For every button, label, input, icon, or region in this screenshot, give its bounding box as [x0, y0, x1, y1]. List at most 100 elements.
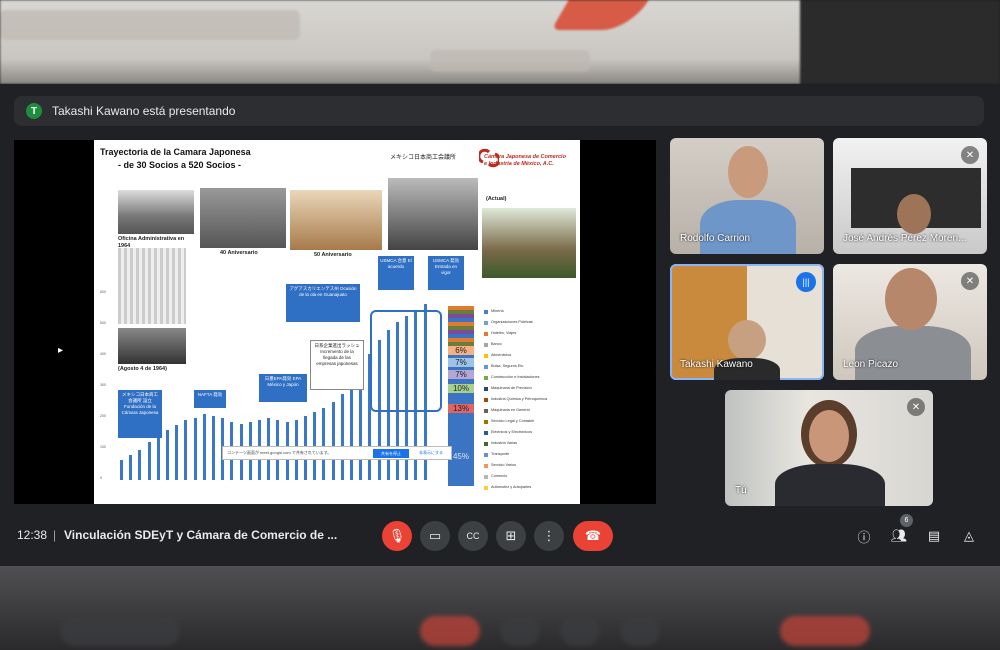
leave-call-button[interactable]: ☎: [573, 521, 613, 551]
legend-swatch: [484, 342, 488, 347]
chart-bar: [322, 408, 326, 480]
legend-item: Servicio Legal y Contable: [484, 416, 547, 427]
callout-japan: 日系企業進出ラッシュ Incremento de la llegada de l…: [310, 340, 364, 390]
participant-name: José Andrés Pérez Moren...: [843, 233, 967, 244]
stop-sharing-button[interactable]: 共有を停止: [373, 449, 409, 458]
legend-label: Minería: [491, 309, 504, 313]
pct-label: 10%: [448, 384, 474, 393]
chart-bar: [138, 450, 142, 480]
participant-body: [775, 464, 885, 506]
info-icon: ⓘ: [857, 529, 871, 545]
presenting-text: Takashi Kawano está presentando: [52, 104, 236, 118]
legend-item: Maquinaria en General: [484, 405, 547, 416]
legend-label: Construcción e Instalaciones: [491, 375, 540, 379]
legend-item: Transporte: [484, 449, 547, 460]
meeting-details-button[interactable]: ⓘ: [854, 526, 874, 546]
chat-icon: ▤: [927, 528, 941, 543]
hide-link[interactable]: 非表示にする: [419, 450, 443, 456]
legend-swatch: [484, 408, 488, 413]
legend-swatch: [484, 331, 488, 336]
captions-icon: CC: [466, 531, 480, 541]
legend-item: Alimenticios: [484, 350, 547, 361]
phone-hangup-icon: ☎: [584, 528, 602, 543]
participant-tile[interactable]: Rodolfo Carrion: [670, 138, 824, 254]
background-smear: [780, 616, 870, 646]
chart-bar: [331, 402, 335, 480]
participant-tile[interactable]: ✕ Leon Picazo: [833, 264, 987, 380]
activities-button[interactable]: ◬: [959, 526, 979, 546]
background-dark-area: [800, 0, 1000, 84]
legend-item: Organizaciones Públicas: [484, 317, 547, 328]
legend-label: Eléctricos y Electrónicos: [491, 430, 533, 434]
participant-tile[interactable]: ✕ José Andrés Pérez Moren...: [833, 138, 987, 254]
camera-toggle-button[interactable]: ▭: [420, 521, 450, 551]
slide-title-line2: - de 30 Socios a 520 Socios -: [118, 160, 242, 170]
background-bottom: [0, 566, 1000, 650]
chat-button[interactable]: ▤: [924, 526, 944, 546]
slide-title: Trayectoria de la Camara Japonesa - de 3…: [100, 146, 251, 172]
present-icon: ⊞: [505, 528, 517, 543]
background-smear: [620, 616, 660, 646]
photo-building: [482, 208, 576, 278]
chart-bar: [120, 460, 123, 480]
mic-muted-icon: ✕: [907, 398, 925, 416]
pct-label: 7%: [448, 370, 474, 379]
legend-label: Industria Química y Petroquímica: [491, 397, 548, 401]
meeting-title: Vinculación SDEyT y Cámara de Comercio d…: [64, 528, 338, 542]
microphone-toggle-button[interactable]: 🎙︎: [382, 521, 412, 551]
logo-japanese: メキシコ日本商工会議所: [390, 155, 457, 161]
sector-stripes: [448, 306, 474, 346]
participant-name: Rodolfo Carrion: [680, 233, 751, 244]
mic-off-icon: 🎙︎: [388, 528, 406, 543]
legend-label: Transporte: [491, 452, 510, 456]
more-vert-icon: ⋮: [542, 528, 556, 543]
photo-meeting: [388, 178, 478, 250]
more-options-button[interactable]: ⋮: [534, 521, 564, 551]
legend-label: Bolsa, Seguros Etc.: [491, 364, 525, 368]
legend-label: Servicio Varios: [491, 463, 517, 467]
caption-actual: (Actual): [486, 196, 507, 202]
presenter-avatar: T: [26, 103, 42, 119]
people-icon: 👥︎: [890, 528, 908, 543]
legend-item: Industria Varias: [484, 438, 547, 449]
mic-muted-icon: ✕: [961, 272, 979, 290]
participant-name: Takashi Kawano: [680, 359, 753, 370]
y-tick: 500: [100, 321, 106, 325]
sector-legend: Minería Organizaciones Públicas Hoteles, V…: [484, 306, 547, 493]
legend-item: Comercio: [484, 471, 547, 482]
participant-body: [700, 200, 796, 254]
pct-label: 6%: [448, 346, 474, 355]
screen-share-notification: コンテーツ画面が meet.google.com で共有されています。 共有を停…: [222, 446, 452, 460]
present-screen-button[interactable]: ⊞: [496, 521, 526, 551]
mic-muted-icon: ✕: [961, 146, 979, 164]
legend-swatch: [484, 452, 488, 457]
meeting-toolbar: 12:38 | Vinculación SDEyT y Cámara de Co…: [0, 514, 1000, 558]
chart-bar: [184, 420, 188, 480]
background-smear: [60, 616, 180, 646]
presentation-stage[interactable]: Trayectoria de la Camara Japonesa - de 3…: [14, 140, 656, 504]
logo-text: Cámara Japonesa de Comercio e Industria …: [484, 154, 566, 168]
self-tile[interactable]: ✕ Tú: [725, 390, 933, 506]
legend-swatch: [484, 309, 488, 314]
pct-label: 7%: [448, 358, 474, 367]
people-button[interactable]: 👥︎: [889, 526, 909, 546]
legend-label: Hoteles, Viajes: [491, 331, 517, 335]
legend-label: Maquinaria en General: [491, 408, 530, 412]
chart-bar: [202, 414, 206, 480]
chart-bar: [193, 418, 197, 480]
callout-auto: アグアスカリエンテス州 Ocasión de la ola en Guanaju…: [286, 284, 360, 322]
legend-label: Banco: [491, 342, 502, 346]
photo-40-aniversario: [200, 188, 286, 248]
callout-tlc: 日墨EPA発効 EPA México y Japón: [259, 374, 307, 402]
legend-swatch: [484, 430, 488, 435]
caption-50: 50 Aniversario: [314, 252, 352, 258]
callout-usmca-vigor: USMCA 発効 Entrada en vigor: [428, 256, 464, 290]
captions-button[interactable]: CC: [458, 521, 488, 551]
legend-swatch: [484, 463, 488, 468]
legend-swatch: [484, 353, 488, 358]
notification-text: コンテーツ画面が meet.google.com で共有されています。: [227, 450, 332, 455]
participant-tile-active[interactable]: ||| Takashi Kawano: [670, 264, 824, 380]
legend-label: Organizaciones Públicas: [491, 320, 533, 324]
participant-head: [885, 268, 937, 330]
chart-bar: [166, 430, 169, 480]
